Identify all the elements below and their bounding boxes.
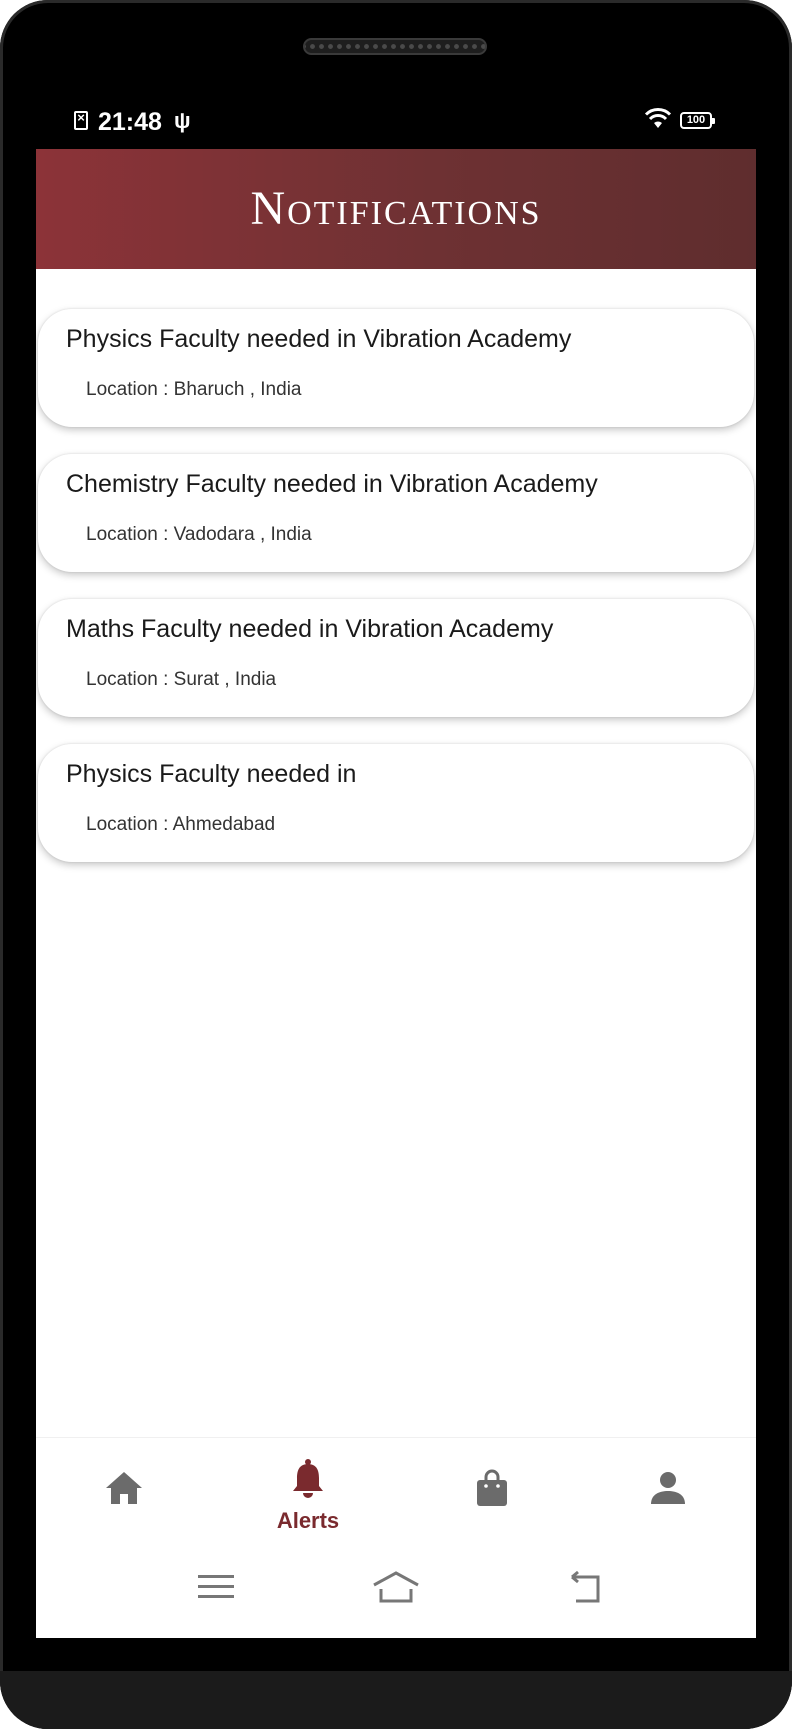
notification-title: Maths Faculty needed in Vibration Academ… [66, 615, 554, 643]
notification-location: Location : Bharuch , India [86, 379, 302, 400]
battery-icon: 100 [680, 112, 715, 129]
notification-location: Location : Ahmedabad [86, 814, 276, 835]
nav-item-shop[interactable] [432, 1438, 552, 1538]
status-time: 21:48 [98, 108, 162, 136]
notification-card[interactable]: Physics Faculty needed in Vibration Acad… [38, 309, 754, 427]
app-screen: Notifications Physics Faculty needed in … [36, 149, 756, 1638]
nav-item-home[interactable] [64, 1438, 184, 1538]
bottom-navigation: Alerts [36, 1437, 756, 1538]
nav-item-profile[interactable] [608, 1438, 728, 1538]
notification-card[interactable]: Maths Faculty needed in Vibration Academ… [38, 599, 754, 717]
notification-location: Location : Surat , India [86, 669, 277, 690]
nav-label-alerts: Alerts [276, 1508, 340, 1533]
notification-card[interactable]: Chemistry Faculty needed in Vibration Ac… [38, 454, 754, 572]
device-bottom-bezel [0, 1671, 792, 1729]
earpiece-speaker [303, 38, 487, 55]
notification-title: Physics Faculty needed in [66, 760, 357, 788]
usb-icon: ψ [174, 108, 191, 133]
notification-card[interactable]: Physics Faculty needed in Location : Ahm… [38, 744, 754, 862]
home-outline-icon[interactable] [366, 1565, 426, 1609]
sim-error-icon [74, 110, 88, 130]
phone-frame: 21:48 ψ 100 Notifications Physics Facult… [0, 0, 792, 1729]
wifi-icon [644, 108, 672, 128]
notification-title: Chemistry Faculty needed in Vibration Ac… [66, 470, 598, 498]
app-bar: Notifications [36, 149, 756, 269]
system-navigation-bar [36, 1537, 756, 1638]
bell-icon [293, 1459, 323, 1498]
notification-location: Location : Vadodara , India [86, 524, 312, 545]
menu-icon[interactable] [186, 1565, 246, 1609]
notification-title: Physics Faculty needed in Vibration Acad… [66, 325, 572, 353]
status-bar: 21:48 ψ 100 [36, 100, 756, 144]
shopping-bag-icon [477, 1469, 507, 1506]
nav-item-alerts[interactable]: Alerts [248, 1438, 368, 1538]
page-title: Notifications [250, 182, 542, 235]
back-icon[interactable] [556, 1565, 616, 1609]
person-icon [651, 1472, 685, 1504]
home-icon [106, 1472, 142, 1504]
